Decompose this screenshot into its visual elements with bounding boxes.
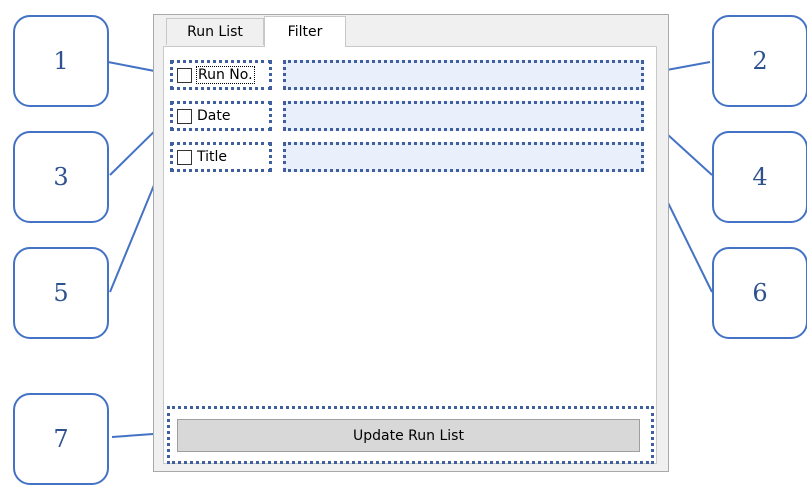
date-checkbox[interactable]: Date [170, 101, 272, 131]
run-no-input[interactable] [283, 60, 644, 90]
callout-5: 5 [13, 247, 109, 339]
callout-1: 1 [13, 15, 109, 107]
date-input[interactable] [283, 101, 644, 131]
run-no-label: Run No. [196, 66, 255, 84]
callout-4: 4 [712, 131, 807, 223]
tab-filter[interactable]: Filter [264, 16, 346, 47]
checkbox-box[interactable] [177, 149, 192, 165]
title-label: Title [197, 149, 228, 165]
callout-7: 7 [13, 393, 109, 485]
callout-6: 6 [712, 247, 807, 339]
update-run-list-button[interactable]: Update Run List [177, 419, 640, 452]
checkbox-box[interactable] [177, 67, 192, 83]
title-checkbox[interactable]: Title [170, 142, 272, 172]
callout-3: 3 [13, 131, 109, 223]
tab-run-list[interactable]: Run List [166, 18, 264, 45]
title-input[interactable] [283, 142, 644, 172]
callout-2: 2 [712, 15, 807, 107]
date-label: Date [197, 108, 231, 124]
run-no-checkbox[interactable]: Run No. [170, 60, 272, 90]
checkbox-box[interactable] [177, 108, 192, 124]
